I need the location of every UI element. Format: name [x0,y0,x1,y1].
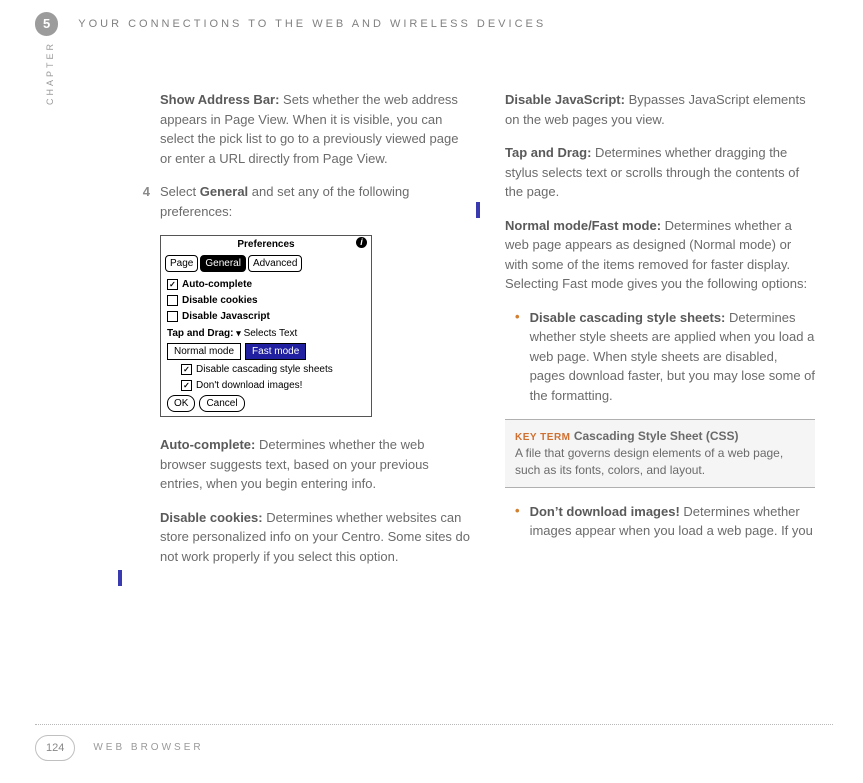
body-text: Disable cookies: Determines whether webs… [160,508,470,567]
mode-normal[interactable]: Normal mode [167,343,241,360]
checkbox-icon[interactable] [167,279,178,290]
chapter-label-vertical: CHAPTER [44,41,58,105]
header-title: YOUR CONNECTIONS TO THE WEB AND WIRELESS… [78,16,546,33]
bullet-icon: • [515,308,530,406]
ok-button[interactable]: OK [167,395,195,412]
bullet-item: • Disable cascading style sheets: Determ… [505,308,815,406]
checkbox-icon[interactable] [167,295,178,306]
checkbox-icon[interactable] [167,311,178,322]
dropdown-icon[interactable]: ▾ [236,328,241,338]
body-text: Normal mode/Fast mode: Determines whethe… [505,216,815,294]
page-tick-marker [118,570,122,586]
body-text: Tap and Drag: Determines whether draggin… [505,143,815,202]
page-number: 124 [35,735,75,762]
body-text: Disable JavaScript: Bypasses JavaScript … [505,90,815,129]
mode-fast[interactable]: Fast mode [245,343,306,360]
bullet-item: • Don’t download images! Determines whet… [505,502,815,541]
chapter-badge: 5 [35,12,58,36]
body-text: Show Address Bar: Sets whether the web a… [160,90,470,168]
step-number: 4 [130,182,160,221]
checkbox-icon[interactable] [181,364,192,375]
footer-title: WEB BROWSER [93,740,203,755]
body-text: Auto-complete: Determines whether the we… [160,435,470,494]
checkbox-icon[interactable] [181,380,192,391]
tab-general[interactable]: General [200,255,246,272]
info-icon: i [356,237,367,248]
step-item: 4 Select General and set any of the foll… [160,182,470,221]
bullet-icon: • [515,502,530,541]
tab-advanced[interactable]: Advanced [248,255,302,272]
preferences-screenshot: Preferencesi Page General Advanced Auto-… [160,235,372,417]
cancel-button[interactable]: Cancel [199,395,244,412]
key-term-box: KEY TERM Cascading Style Sheet (CSS) A f… [505,419,815,488]
page-tick-marker [476,202,480,218]
tab-page[interactable]: Page [165,255,198,272]
